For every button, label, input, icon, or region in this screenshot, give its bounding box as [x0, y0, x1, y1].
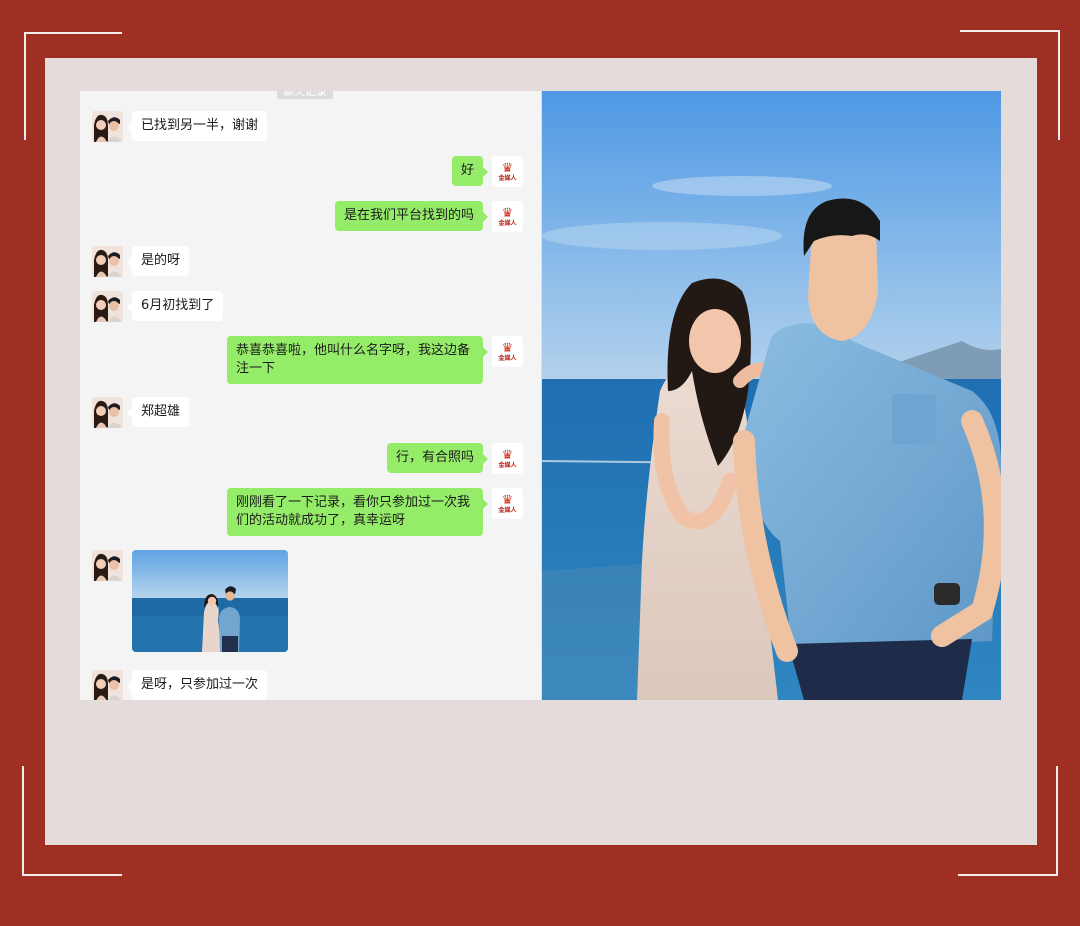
brand-avatar[interactable]: ♛ 金媒人 [492, 156, 523, 187]
message-bubble: 是呀，只参加过一次 [126, 670, 268, 700]
chat-message: 是的呀 [92, 246, 190, 277]
crown-logo-icon: ♛ [501, 160, 514, 176]
chat-message: ♛ 金媒人 刚刚看了一下记录，看你只参加过一次我们的活动就成功了，真幸运呀 [227, 488, 523, 536]
message-bubble: 6月初找到了 [126, 291, 224, 321]
user-avatar[interactable] [92, 397, 123, 428]
user-avatar[interactable] [92, 670, 123, 700]
message-bubble: 是的呀 [126, 246, 190, 276]
brand-avatar[interactable]: ♛ 金媒人 [492, 201, 523, 232]
crown-logo-icon: ♛ [501, 447, 514, 463]
crown-logo-icon: ♛ [501, 340, 514, 356]
message-bubble: 已找到另一半，谢谢 [126, 111, 268, 141]
chat-message: ♛ 金媒人 行，有合照吗 [386, 443, 523, 474]
brand-avatar[interactable]: ♛ 金媒人 [492, 443, 523, 474]
message-bubble: 好 [451, 156, 489, 186]
chat-message [92, 550, 288, 652]
chat-message: 6月初找到了 [92, 291, 224, 322]
brand-name: 金媒人 [498, 354, 517, 362]
user-avatar[interactable] [92, 111, 123, 142]
chat-message: ♛ 金媒人 好 [451, 156, 523, 187]
brand-name: 金媒人 [498, 461, 517, 469]
message-bubble: 是在我们平台找到的吗 [334, 201, 489, 231]
image-message-thumbnail[interactable] [132, 550, 288, 652]
brand-avatar[interactable]: ♛ 金媒人 [492, 488, 523, 519]
chat-message: 已找到另一半，谢谢 [92, 111, 268, 142]
chat-message: ♛ 金媒人 是在我们平台找到的吗 [334, 201, 523, 232]
crown-logo-icon: ♛ [501, 492, 514, 508]
brand-name: 金媒人 [498, 174, 517, 182]
brand-name: 金媒人 [498, 219, 517, 227]
brand-avatar[interactable]: ♛ 金媒人 [492, 336, 523, 367]
chat-top-stamp: 聊天记录 [277, 91, 333, 99]
user-avatar[interactable] [92, 246, 123, 277]
user-avatar[interactable] [92, 291, 123, 322]
couple-photo [542, 91, 1001, 700]
message-bubble: 恭喜恭喜啦，他叫什么名字呀，我这边备注一下 [227, 336, 488, 384]
chat-message: 是呀，只参加过一次 [92, 670, 268, 700]
user-avatar[interactable] [92, 550, 123, 581]
message-bubble: 刚刚看了一下记录，看你只参加过一次我们的活动就成功了，真幸运呀 [227, 488, 488, 536]
chat-message: ♛ 金媒人 恭喜恭喜啦，他叫什么名字呀，我这边备注一下 [227, 336, 523, 384]
chat-message: 郑超雄 [92, 397, 190, 428]
crown-logo-icon: ♛ [501, 205, 514, 221]
message-bubble: 郑超雄 [126, 397, 190, 427]
chat-screenshot: 聊天记录 已找到另一半，谢谢 ♛ 金媒人 好 ♛ 金媒人 是在我们平台找到的吗 … [80, 91, 541, 700]
brand-name: 金媒人 [498, 506, 517, 514]
message-bubble: 行，有合照吗 [386, 443, 489, 473]
